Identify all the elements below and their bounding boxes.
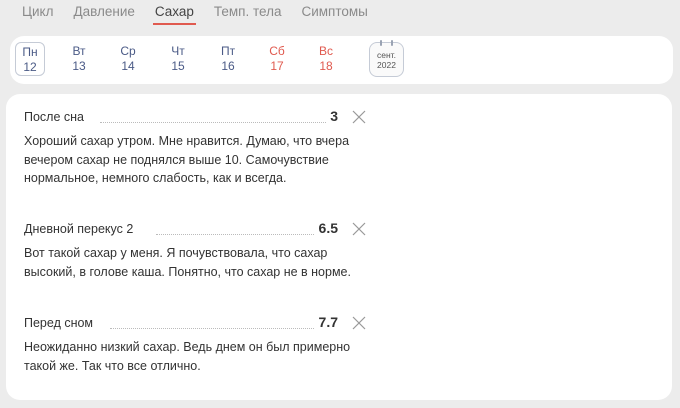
day-weekday: Вс bbox=[318, 44, 333, 58]
entry-note: Неожиданно низкий сахар. Ведь днем он бы… bbox=[24, 340, 351, 373]
delete-icon[interactable] bbox=[352, 110, 366, 124]
sugar-entries-panel: После сна 3 Хороший сахар утром. Мне нра… bbox=[6, 94, 672, 400]
day-tuesday[interactable]: Вт 13 bbox=[64, 42, 94, 76]
entry-title: Дневной перекус 2 bbox=[24, 222, 138, 236]
entry-note: Вот такой сахар у меня. Я почувствовала,… bbox=[24, 246, 351, 279]
entry-value: 6.5 bbox=[318, 220, 338, 236]
day-date: 18 bbox=[319, 59, 333, 73]
entry-value: 7.7 bbox=[318, 314, 338, 330]
day-weekday: Вт bbox=[72, 44, 86, 58]
day-sunday[interactable]: Вс 18 bbox=[311, 42, 341, 76]
day-date: 17 bbox=[270, 59, 284, 73]
day-date: 14 bbox=[121, 59, 135, 73]
day-weekday: Пн bbox=[22, 45, 38, 59]
day-saturday[interactable]: Сб 17 bbox=[262, 42, 292, 76]
calendar-ring-icon bbox=[380, 40, 382, 46]
day-weekday: Ср bbox=[120, 44, 136, 58]
delete-icon[interactable] bbox=[352, 316, 366, 330]
day-date: 12 bbox=[23, 60, 37, 74]
sugar-entry: Дневной перекус 2 6.5 Вот такой сахар у … bbox=[24, 220, 374, 281]
day-weekday: Пт bbox=[220, 44, 236, 58]
tab-body-temperature[interactable]: Темп. тела bbox=[212, 4, 284, 23]
entry-title: Перед сном bbox=[24, 316, 98, 330]
week-strip: Пн 12 Вт 13 Ср 14 Чт 15 Пт 16 Сб 17 Вс 1… bbox=[10, 36, 673, 84]
calendar-year: 2022 bbox=[377, 60, 396, 70]
tab-sugar[interactable]: Сахар bbox=[152, 4, 196, 25]
dotted-leader bbox=[156, 234, 314, 235]
delete-icon[interactable] bbox=[352, 222, 366, 236]
entry-title: После сна bbox=[24, 110, 89, 124]
entry-header: Перед сном 7.7 bbox=[24, 314, 374, 334]
calendar-button[interactable]: сент. 2022 bbox=[369, 40, 404, 77]
sugar-entry: Перед сном 7.7 Неожиданно низкий сахар. … bbox=[24, 314, 374, 375]
day-friday[interactable]: Пт 16 bbox=[213, 42, 243, 76]
tab-pressure[interactable]: Давление bbox=[71, 4, 136, 23]
calendar-month: сент. bbox=[377, 50, 396, 60]
dotted-leader bbox=[100, 122, 326, 123]
day-date: 15 bbox=[171, 59, 185, 73]
sugar-entry: После сна 3 Хороший сахар утром. Мне нра… bbox=[24, 108, 374, 188]
day-date: 13 bbox=[72, 59, 86, 73]
day-weekday: Чт bbox=[171, 44, 185, 58]
entry-value: 3 bbox=[330, 108, 338, 124]
dotted-leader bbox=[110, 328, 314, 329]
day-wednesday[interactable]: Ср 14 bbox=[113, 42, 143, 76]
entry-header: Дневной перекус 2 6.5 bbox=[24, 220, 374, 240]
day-weekday: Сб bbox=[269, 44, 285, 58]
day-monday[interactable]: Пн 12 bbox=[15, 42, 45, 76]
tab-bar: Цикл Давление Сахар Темп. тела Симптомы bbox=[20, 4, 370, 25]
day-date: 16 bbox=[221, 59, 235, 73]
entry-header: После сна 3 bbox=[24, 108, 374, 128]
day-thursday[interactable]: Чт 15 bbox=[163, 42, 193, 76]
tab-cycle[interactable]: Цикл bbox=[20, 4, 55, 23]
entry-note: Хороший сахар утром. Мне нравится. Думаю… bbox=[24, 134, 350, 185]
tab-symptoms[interactable]: Симптомы bbox=[299, 4, 369, 23]
calendar-ring-icon bbox=[391, 40, 393, 46]
